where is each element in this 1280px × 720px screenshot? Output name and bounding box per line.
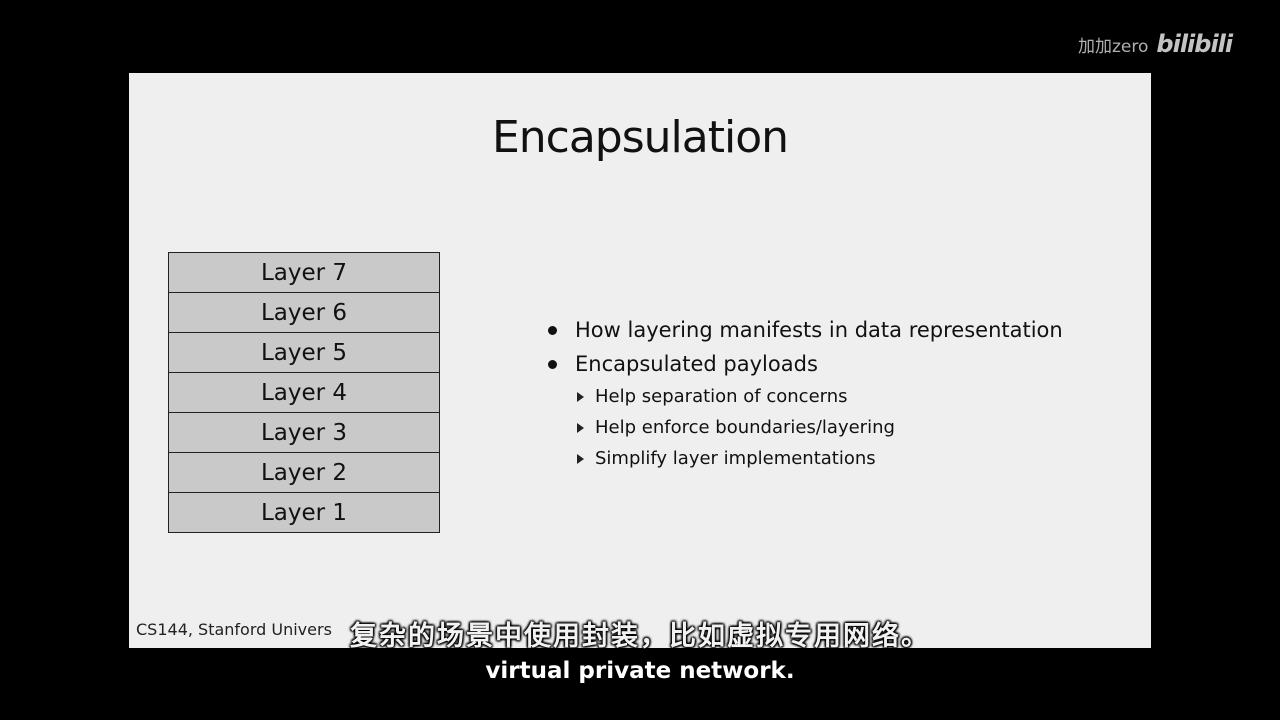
slide-title: Encapsulation — [491, 112, 789, 163]
sub-bullet-text: Help separation of concerns — [595, 386, 848, 407]
sub-bullet-item: Simplify layer implementations — [548, 443, 1063, 474]
watermark: 加加zero bilibili — [1078, 30, 1233, 58]
layer-box: Layer 7 — [169, 253, 439, 293]
sub-bullet-item: Help enforce boundaries/layering — [548, 412, 1063, 443]
layer-box: Layer 4 — [169, 373, 439, 413]
subtitle-english: virtual private network. — [485, 658, 795, 684]
sub-bullet-text: Help enforce boundaries/layering — [595, 417, 895, 438]
triangle-bullet-icon — [577, 453, 584, 464]
triangle-bullet-icon — [577, 422, 584, 433]
layer-stack: Layer 7 Layer 6 Layer 5 Layer 4 Layer 3 … — [168, 252, 440, 533]
bullet-item: How layering manifests in data represent… — [548, 313, 1063, 347]
sub-bullet-item: Help separation of concerns — [548, 381, 1063, 412]
layer-box: Layer 2 — [169, 453, 439, 493]
sub-bullet-text: Simplify layer implementations — [595, 448, 876, 469]
bilibili-logo: bilibili — [1156, 30, 1233, 58]
bullet-text: Encapsulated payloads — [575, 352, 818, 376]
watermark-user: 加加zero — [1078, 36, 1149, 57]
bullet-item: Encapsulated payloads — [548, 347, 1063, 381]
bullet-text: How layering manifests in data represent… — [575, 318, 1063, 342]
layer-box: Layer 3 — [169, 413, 439, 453]
layer-box: Layer 6 — [169, 293, 439, 333]
bullet-dot-icon — [548, 359, 557, 369]
triangle-bullet-icon — [577, 391, 584, 402]
bullet-dot-icon — [548, 325, 557, 335]
bullet-list: How layering manifests in data represent… — [548, 313, 1063, 474]
layer-box: Layer 1 — [260, 499, 348, 526]
layer-box: Layer 5 — [169, 333, 439, 373]
subtitle-chinese: 复杂的场景中使用封装，比如虚拟专用网络。 — [350, 621, 930, 652]
